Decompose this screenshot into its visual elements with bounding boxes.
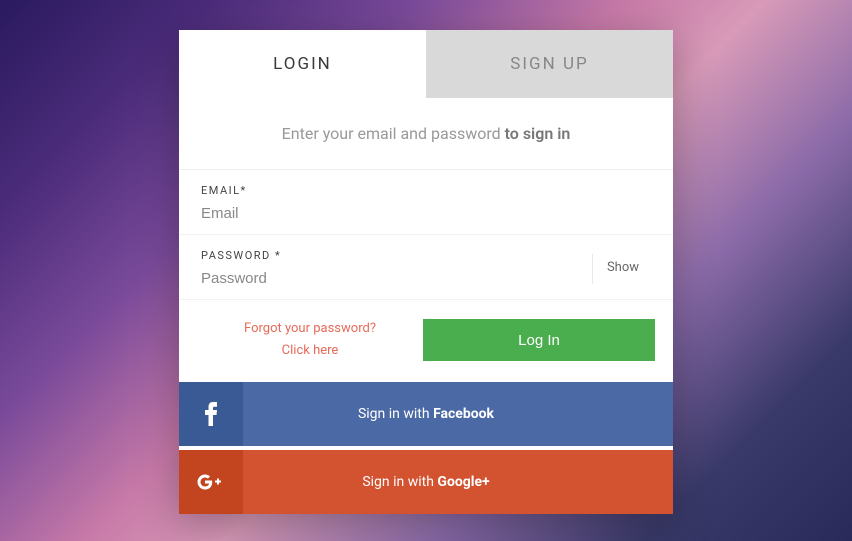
tab-signup[interactable]: SIGN UP (426, 30, 673, 98)
google-plus-icon (179, 450, 243, 514)
password-input[interactable] (201, 268, 592, 289)
forgot-line1: Forgot your password? (197, 318, 423, 340)
facebook-signin-button[interactable]: Sign in with Facebook (179, 382, 673, 446)
password-field-group: PASSWORD * Show (179, 235, 673, 300)
email-label: EMAIL* (201, 184, 651, 197)
facebook-text: Sign in with Facebook (243, 406, 673, 422)
login-button[interactable]: Log In (423, 319, 655, 361)
prompt-bold: to sign in (505, 124, 571, 143)
tab-login[interactable]: LOGIN (179, 30, 426, 98)
forgot-password-link[interactable]: Forgot your password? Click here (197, 318, 423, 362)
prompt-prefix: Enter your email and password (282, 124, 505, 143)
auth-tabs: LOGIN SIGN UP (179, 30, 673, 98)
password-label: PASSWORD * (201, 249, 592, 262)
forgot-line2: Click here (197, 340, 423, 362)
facebook-icon (179, 382, 243, 446)
prompt-text: Enter your email and password to sign in (179, 98, 673, 170)
actions-row: Forgot your password? Click here Log In (179, 300, 673, 382)
google-text: Sign in with Google+ (243, 474, 673, 490)
login-card: LOGIN SIGN UP Enter your email and passw… (179, 30, 673, 514)
google-signin-button[interactable]: Sign in with Google+ (179, 450, 673, 514)
email-input[interactable] (201, 203, 651, 224)
email-field-group: EMAIL* (179, 170, 673, 235)
show-password-toggle[interactable]: Show (592, 254, 651, 284)
